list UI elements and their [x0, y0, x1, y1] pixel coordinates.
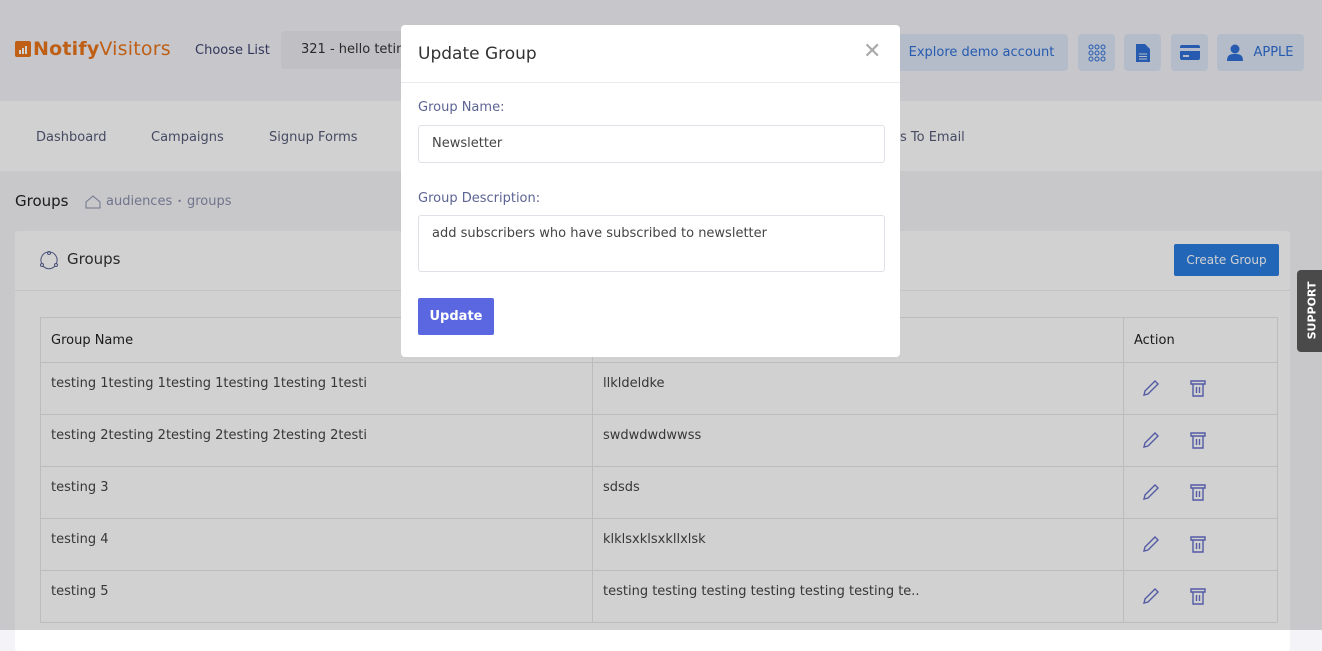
group-name-input[interactable]: Newsletter — [418, 125, 885, 163]
support-label: SUPPORT — [1305, 281, 1319, 340]
support-tab[interactable]: SUPPORT — [1297, 270, 1322, 352]
group-name-label: Group Name: — [418, 100, 505, 115]
modal-title: Update Group — [418, 44, 537, 64]
group-description-textarea[interactable]: add subscribers who have subscribed to n… — [418, 215, 885, 272]
group-description-label: Group Description: — [418, 191, 541, 206]
update-button[interactable]: Update — [418, 298, 494, 335]
close-icon[interactable]: ✕ — [863, 39, 881, 64]
update-group-modal: Update Group ✕ Group Name: Newsletter Gr… — [401, 25, 900, 357]
